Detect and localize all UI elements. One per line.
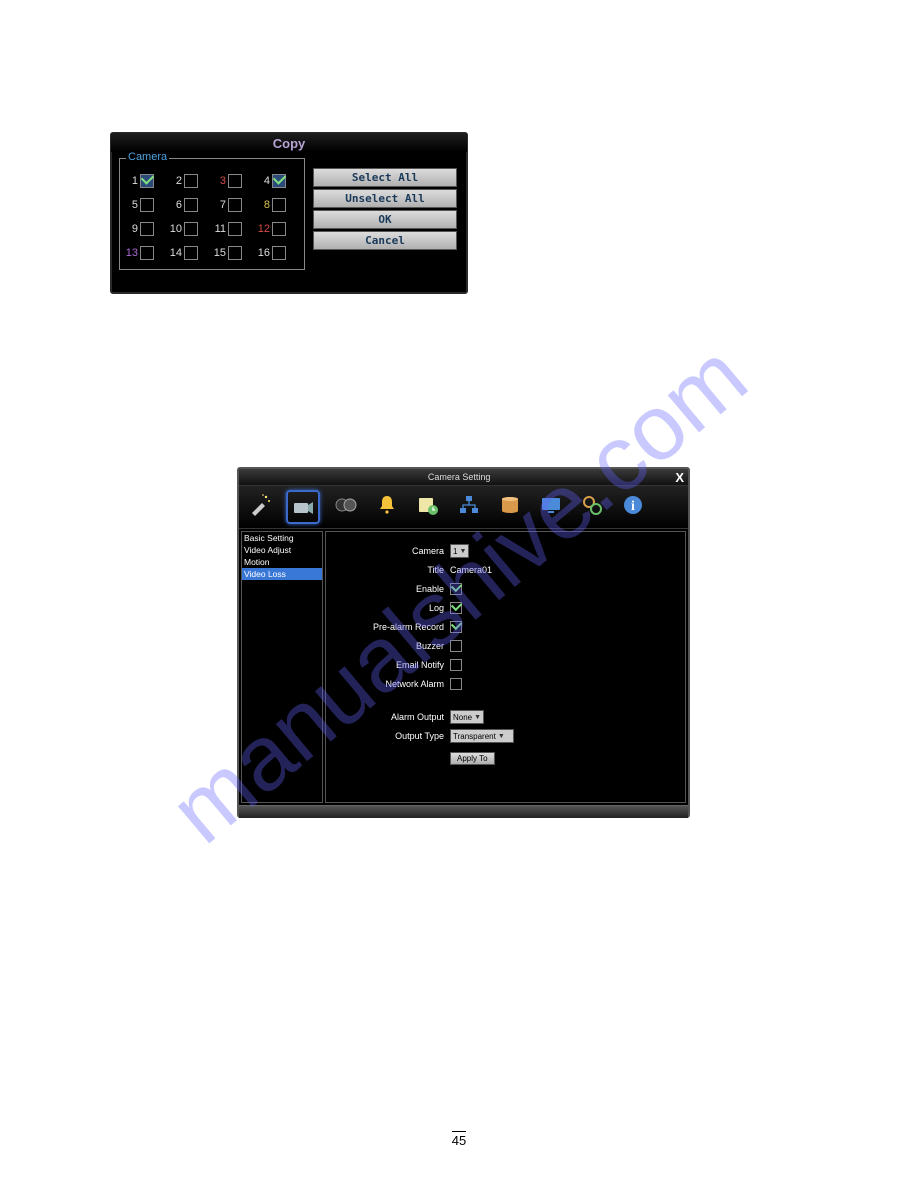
enable-label: Enable [336,584,450,594]
camera-checkbox-3[interactable]: 3 [212,174,256,188]
apply-to-button[interactable]: Apply To [450,752,495,765]
camera-checkbox-9[interactable]: 9 [124,222,168,236]
camera-checkbox-6[interactable]: 6 [168,198,212,212]
camera-group-label: Camera [126,151,169,163]
buzzer-checkbox[interactable] [450,640,462,652]
sidebar-item-basic-setting[interactable]: Basic Setting [242,532,322,544]
page-number: 45 [0,1131,918,1148]
wizard-icon[interactable] [245,490,275,520]
unselect-all-button[interactable]: Unselect All [313,189,457,208]
camera-group: Camera 12345678910111213141516 [119,158,305,270]
camera-checkbox-13[interactable]: 13 [124,246,168,260]
camera-checkbox-16[interactable]: 16 [256,246,300,260]
camera-checkbox-4[interactable]: 4 [256,174,300,188]
title-value: Camera01 [450,565,492,575]
camera-select[interactable]: 1▼ [450,544,469,558]
system-icon[interactable] [577,490,607,520]
log-checkbox[interactable] [450,602,462,614]
network-icon[interactable] [454,490,484,520]
sidebar-item-motion[interactable]: Motion [242,556,322,568]
camera-icon[interactable] [286,490,320,524]
status-bar [239,805,688,818]
camera-checkbox-11[interactable]: 11 [212,222,256,236]
camera-checkbox-12[interactable]: 12 [256,222,300,236]
camera-checkbox-1[interactable]: 1 [124,174,168,188]
cancel-button[interactable]: Cancel [313,231,457,250]
enable-checkbox[interactable] [450,583,462,595]
storage-icon[interactable] [495,490,525,520]
prealarm-checkbox[interactable] [450,621,462,633]
camera-checkbox-14[interactable]: 14 [168,246,212,260]
sidebar-item-video-loss[interactable]: Video Loss [242,568,322,580]
email-checkbox[interactable] [450,659,462,671]
side-menu: Basic SettingVideo AdjustMotionVideo Los… [241,531,323,803]
camera-checkbox-8[interactable]: 8 [256,198,300,212]
select-all-button[interactable]: Select All [313,168,457,187]
camera-setting-title: Camera Setting [428,472,491,482]
prealarm-label: Pre-alarm Record [336,622,450,632]
network-label: Network Alarm [336,679,450,689]
sidebar-item-video-adjust[interactable]: Video Adjust [242,544,322,556]
network-checkbox[interactable] [450,678,462,690]
alarm-output-label: Alarm Output [336,712,450,722]
camera-checkbox-2[interactable]: 2 [168,174,212,188]
camera-setting-dialog: Camera Setting X i Basic SettingVideo Ad… [237,467,690,818]
toolbar: i [239,485,688,529]
output-type-select[interactable]: Transparent▼ [450,729,514,743]
alarm-output-select[interactable]: None▼ [450,710,484,724]
email-label: Email Notify [336,660,450,670]
copy-dialog: Copy Camera 12345678910111213141516 Sele… [110,132,468,294]
svg-text:i: i [631,499,635,514]
log-label: Log [336,603,450,613]
camera-checkbox-7[interactable]: 7 [212,198,256,212]
display-icon[interactable] [536,490,566,520]
ok-button[interactable]: OK [313,210,457,229]
camera-field-label: Camera [336,546,450,556]
buzzer-label: Buzzer [336,641,450,651]
form-area: Camera 1▼ Title Camera01 Enable Log Pre-… [325,531,686,803]
camera-checkbox-5[interactable]: 5 [124,198,168,212]
close-icon[interactable]: X [675,470,684,485]
camera-checkbox-15[interactable]: 15 [212,246,256,260]
title-field-label: Title [336,565,450,575]
alarm-icon[interactable] [372,490,402,520]
camera-checkbox-10[interactable]: 10 [168,222,212,236]
output-type-label: Output Type [336,731,450,741]
schedule-icon[interactable] [413,490,443,520]
info-icon[interactable]: i [618,490,648,520]
copy-dialog-title: Copy [111,133,467,152]
record-icon[interactable] [331,490,361,520]
